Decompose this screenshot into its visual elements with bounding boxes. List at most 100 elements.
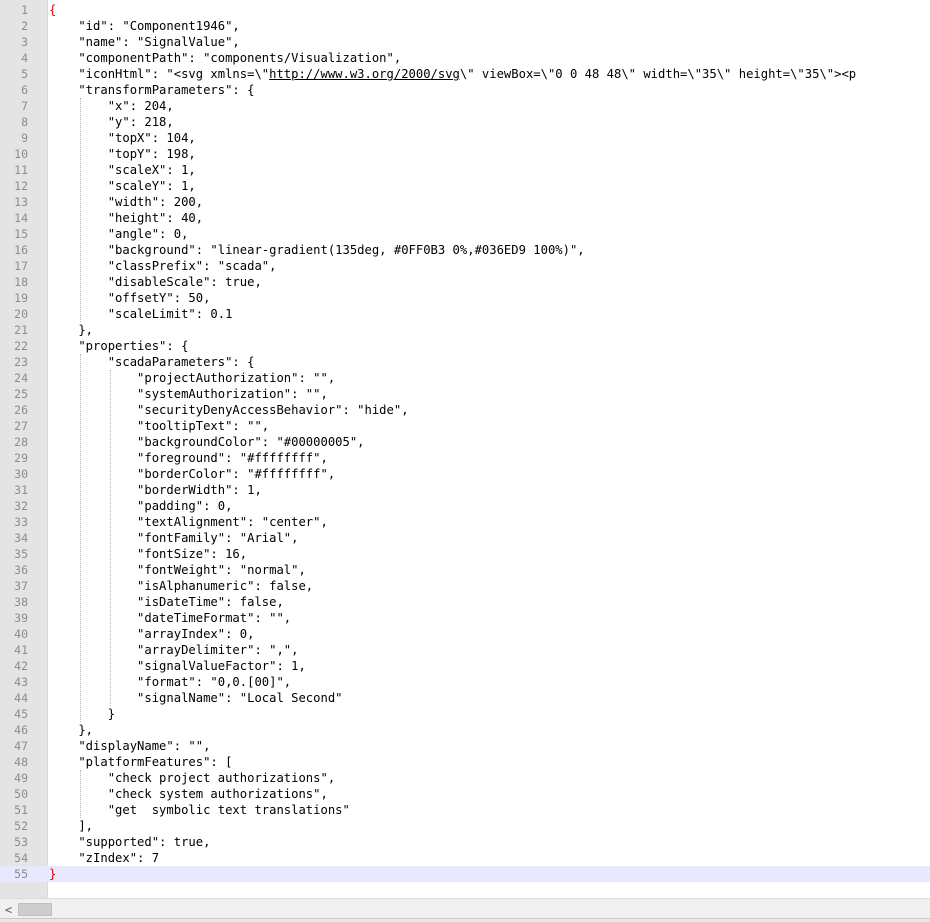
code-line[interactable]: 14 "height": 40, (0, 210, 930, 226)
code-line[interactable]: 45 } (0, 706, 930, 722)
line-number: 41 (14, 643, 28, 657)
line-text: "transformParameters": { (49, 83, 255, 97)
code-line[interactable]: 19 "offsetY": 50, (0, 290, 930, 306)
line-number: 12 (14, 179, 28, 193)
line-text: "systemAuthorization": "", (49, 387, 328, 401)
code-line[interactable]: 5 "iconHtml": "<svg xmlns=\"http://www.w… (0, 66, 930, 82)
line-text: "format": "0,0.[00]", (49, 675, 292, 689)
code-line[interactable]: 30 "borderColor": "#ffffffff", (0, 466, 930, 482)
code-line[interactable]: 41 "arrayDelimiter": ",", (0, 642, 930, 658)
line-number: 40 (14, 627, 28, 641)
code-line[interactable]: 20 "scaleLimit": 0.1 (0, 306, 930, 322)
code-line[interactable]: 36 "fontWeight": "normal", (0, 562, 930, 578)
code-line[interactable]: 16 "background": "linear-gradient(135deg… (0, 242, 930, 258)
line-number: 43 (14, 675, 28, 689)
code-line[interactable]: 49 "check project authorizations", (0, 770, 930, 786)
code-line[interactable]: 6 "transformParameters": { (0, 82, 930, 98)
line-number: 44 (14, 691, 28, 705)
line-text: }, (49, 323, 94, 337)
code-line[interactable]: 35 "fontSize": 16, (0, 546, 930, 562)
code-line[interactable]: 47 "displayName": "", (0, 738, 930, 754)
code-line[interactable]: 2 "id": "Component1946", (0, 18, 930, 34)
code-line[interactable]: 53 "supported": true, (0, 834, 930, 850)
code-line[interactable]: 32 "padding": 0, (0, 498, 930, 514)
line-text: "check system authorizations", (49, 787, 328, 801)
line-number: 26 (14, 403, 28, 417)
code-editor[interactable]: 1{2 "id": "Component1946", 3 "name": "Sig… (0, 0, 930, 898)
line-text: } (49, 707, 116, 721)
line-text: "displayName": "", (49, 739, 211, 753)
code-line[interactable]: 54 "zIndex": 7 (0, 850, 930, 866)
code-line[interactable]: 18 "disableScale": true, (0, 274, 930, 290)
code-line[interactable]: 51 "get symbolic text translations" (0, 802, 930, 818)
code-line[interactable]: 28 "backgroundColor": "#00000005", (0, 434, 930, 450)
code-line[interactable]: 50 "check system authorizations", (0, 786, 930, 802)
code-line[interactable]: 34 "fontFamily": "Arial", (0, 530, 930, 546)
code-line[interactable]: 15 "angle": 0, (0, 226, 930, 242)
code-line[interactable]: 33 "textAlignment": "center", (0, 514, 930, 530)
code-line[interactable]: 22 "properties": { (0, 338, 930, 354)
code-line[interactable]: 12 "scaleY": 1, (0, 178, 930, 194)
code-line[interactable]: 24 "projectAuthorization": "", (0, 370, 930, 386)
code-line[interactable]: 27 "tooltipText": "", (0, 418, 930, 434)
line-number: 34 (14, 531, 28, 545)
line-number: 55 (14, 867, 28, 881)
line-text: }, (49, 723, 94, 737)
line-text: "textAlignment": "center", (49, 515, 328, 529)
code-line[interactable]: 52 ], (0, 818, 930, 834)
code-line[interactable]: 9 "topX": 104, (0, 130, 930, 146)
code-line[interactable]: 44 "signalName": "Local Second" (0, 690, 930, 706)
code-line[interactable]: 4 "componentPath": "components/Visualiza… (0, 50, 930, 66)
line-number: 51 (14, 803, 28, 817)
line-text: "zIndex": 7 (49, 851, 160, 865)
code-line[interactable]: 43 "format": "0,0.[00]", (0, 674, 930, 690)
line-number: 30 (14, 467, 28, 481)
line-text: "get symbolic text translations" (49, 803, 350, 817)
line-number: 6 (21, 83, 28, 97)
line-text: } (49, 866, 56, 882)
code-line[interactable]: 37 "isAlphanumeric": false, (0, 578, 930, 594)
indent-guide (80, 98, 82, 322)
code-line[interactable]: 7 "x": 204, (0, 98, 930, 114)
code-line[interactable]: 29 "foreground": "#ffffffff", (0, 450, 930, 466)
line-number: 36 (14, 563, 28, 577)
scrollbar-thumb[interactable] (18, 903, 52, 916)
code-line[interactable]: 21 }, (0, 322, 930, 338)
code-line[interactable]: 17 "classPrefix": "scada", (0, 258, 930, 274)
line-text: "signalValueFactor": 1, (49, 659, 306, 673)
code-line[interactable]: 39 "dateTimeFormat": "", (0, 610, 930, 626)
code-line[interactable]: 25 "systemAuthorization": "", (0, 386, 930, 402)
code-line[interactable]: 48 "platformFeatures": [ (0, 754, 930, 770)
code-line[interactable]: 38 "isDateTime": false, (0, 594, 930, 610)
url-link[interactable]: http://www.w3.org/2000/svg (269, 67, 460, 81)
code-line[interactable]: 10 "topY": 198, (0, 146, 930, 162)
code-line[interactable]: 23 "scadaParameters": { (0, 354, 930, 370)
line-text: "fontWeight": "normal", (49, 563, 306, 577)
line-text: "classPrefix": "scada", (49, 259, 277, 273)
code-line[interactable]: 3 "name": "SignalValue", (0, 34, 930, 50)
code-line[interactable]: 31 "borderWidth": 1, (0, 482, 930, 498)
code-line[interactable]: 40 "arrayIndex": 0, (0, 626, 930, 642)
line-text: "height": 40, (49, 211, 204, 225)
line-number: 42 (14, 659, 28, 673)
code-line[interactable]: 55} (0, 866, 930, 882)
line-text: "width": 200, (49, 195, 204, 209)
line-text: "scaleX": 1, (49, 163, 196, 177)
line-number: 25 (14, 387, 28, 401)
code-line[interactable]: 26 "securityDenyAccessBehavior": "hide", (0, 402, 930, 418)
line-text: "y": 218, (49, 115, 174, 129)
code-line[interactable]: 1{ (0, 2, 930, 18)
code-line[interactable]: 13 "width": 200, (0, 194, 930, 210)
indent-guide (80, 354, 82, 722)
line-number: 19 (14, 291, 28, 305)
line-number: 14 (14, 211, 28, 225)
line-number: 39 (14, 611, 28, 625)
line-number: 54 (14, 851, 28, 865)
code-line[interactable]: 46 }, (0, 722, 930, 738)
code-line[interactable]: 42 "signalValueFactor": 1, (0, 658, 930, 674)
line-text: "securityDenyAccessBehavior": "hide", (49, 403, 409, 417)
code-line[interactable]: 11 "scaleX": 1, (0, 162, 930, 178)
line-number: 45 (14, 707, 28, 721)
line-text: "scaleY": 1, (49, 179, 196, 193)
code-line[interactable]: 8 "y": 218, (0, 114, 930, 130)
